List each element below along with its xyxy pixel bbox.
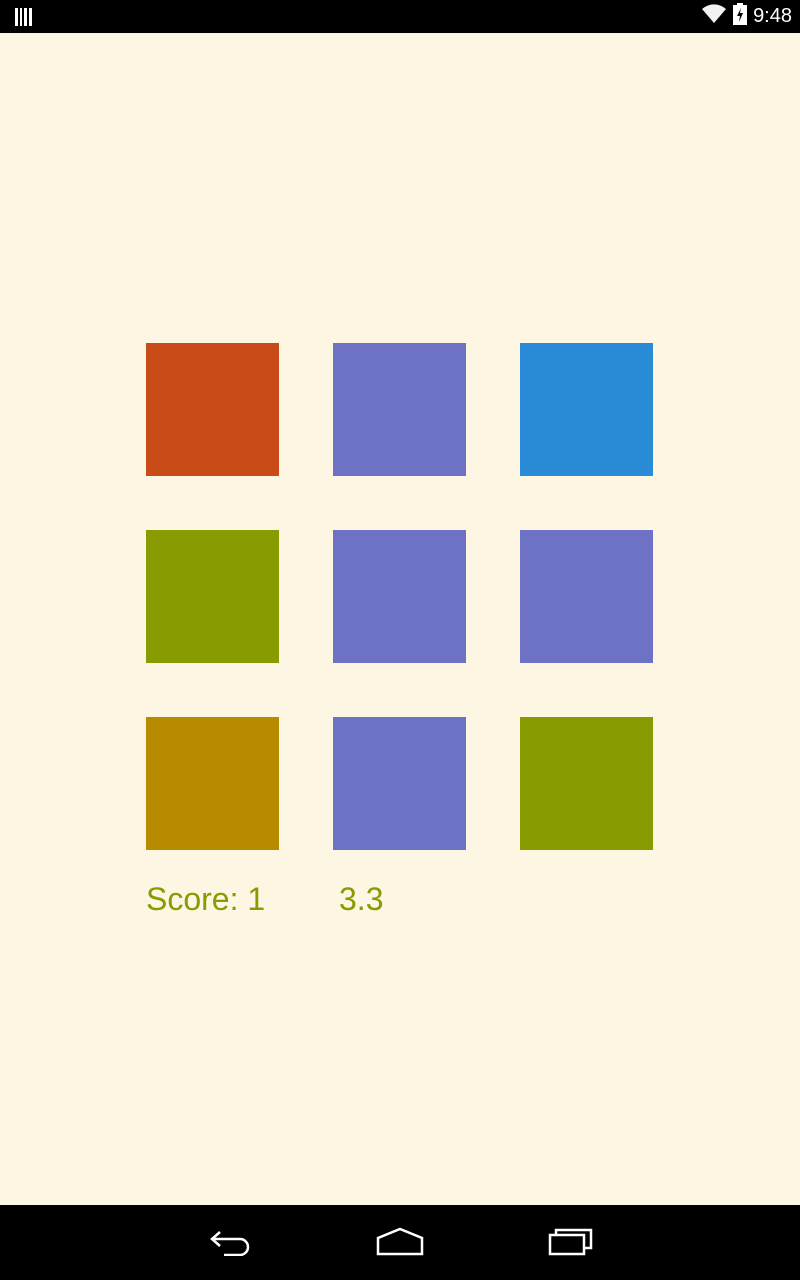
color-tile[interactable] xyxy=(520,530,653,663)
color-tile[interactable] xyxy=(146,717,279,850)
home-icon xyxy=(374,1226,426,1261)
barcode-icon xyxy=(14,8,34,26)
battery-charging-icon xyxy=(733,3,748,30)
wifi-icon xyxy=(701,3,727,30)
recent-apps-icon xyxy=(547,1226,595,1261)
status-bar: 9:48 xyxy=(0,0,800,33)
home-button[interactable] xyxy=(370,1223,430,1263)
color-tile[interactable] xyxy=(520,717,653,850)
color-tile[interactable] xyxy=(146,530,279,663)
score-label: Score: 1 xyxy=(146,881,266,917)
navigation-bar xyxy=(0,1205,800,1280)
back-icon xyxy=(206,1226,254,1261)
recent-apps-button[interactable] xyxy=(541,1223,601,1263)
color-tile[interactable] xyxy=(333,343,466,476)
color-tile[interactable] xyxy=(333,717,466,850)
timer-label: 3.3 xyxy=(339,881,384,917)
color-tile[interactable] xyxy=(146,343,279,476)
color-tile[interactable] xyxy=(333,530,466,663)
game-board: Score: 1 3.3 xyxy=(0,33,800,1205)
back-button[interactable] xyxy=(200,1223,260,1263)
status-time: 9:48 xyxy=(753,5,792,27)
color-tile[interactable] xyxy=(520,343,653,476)
